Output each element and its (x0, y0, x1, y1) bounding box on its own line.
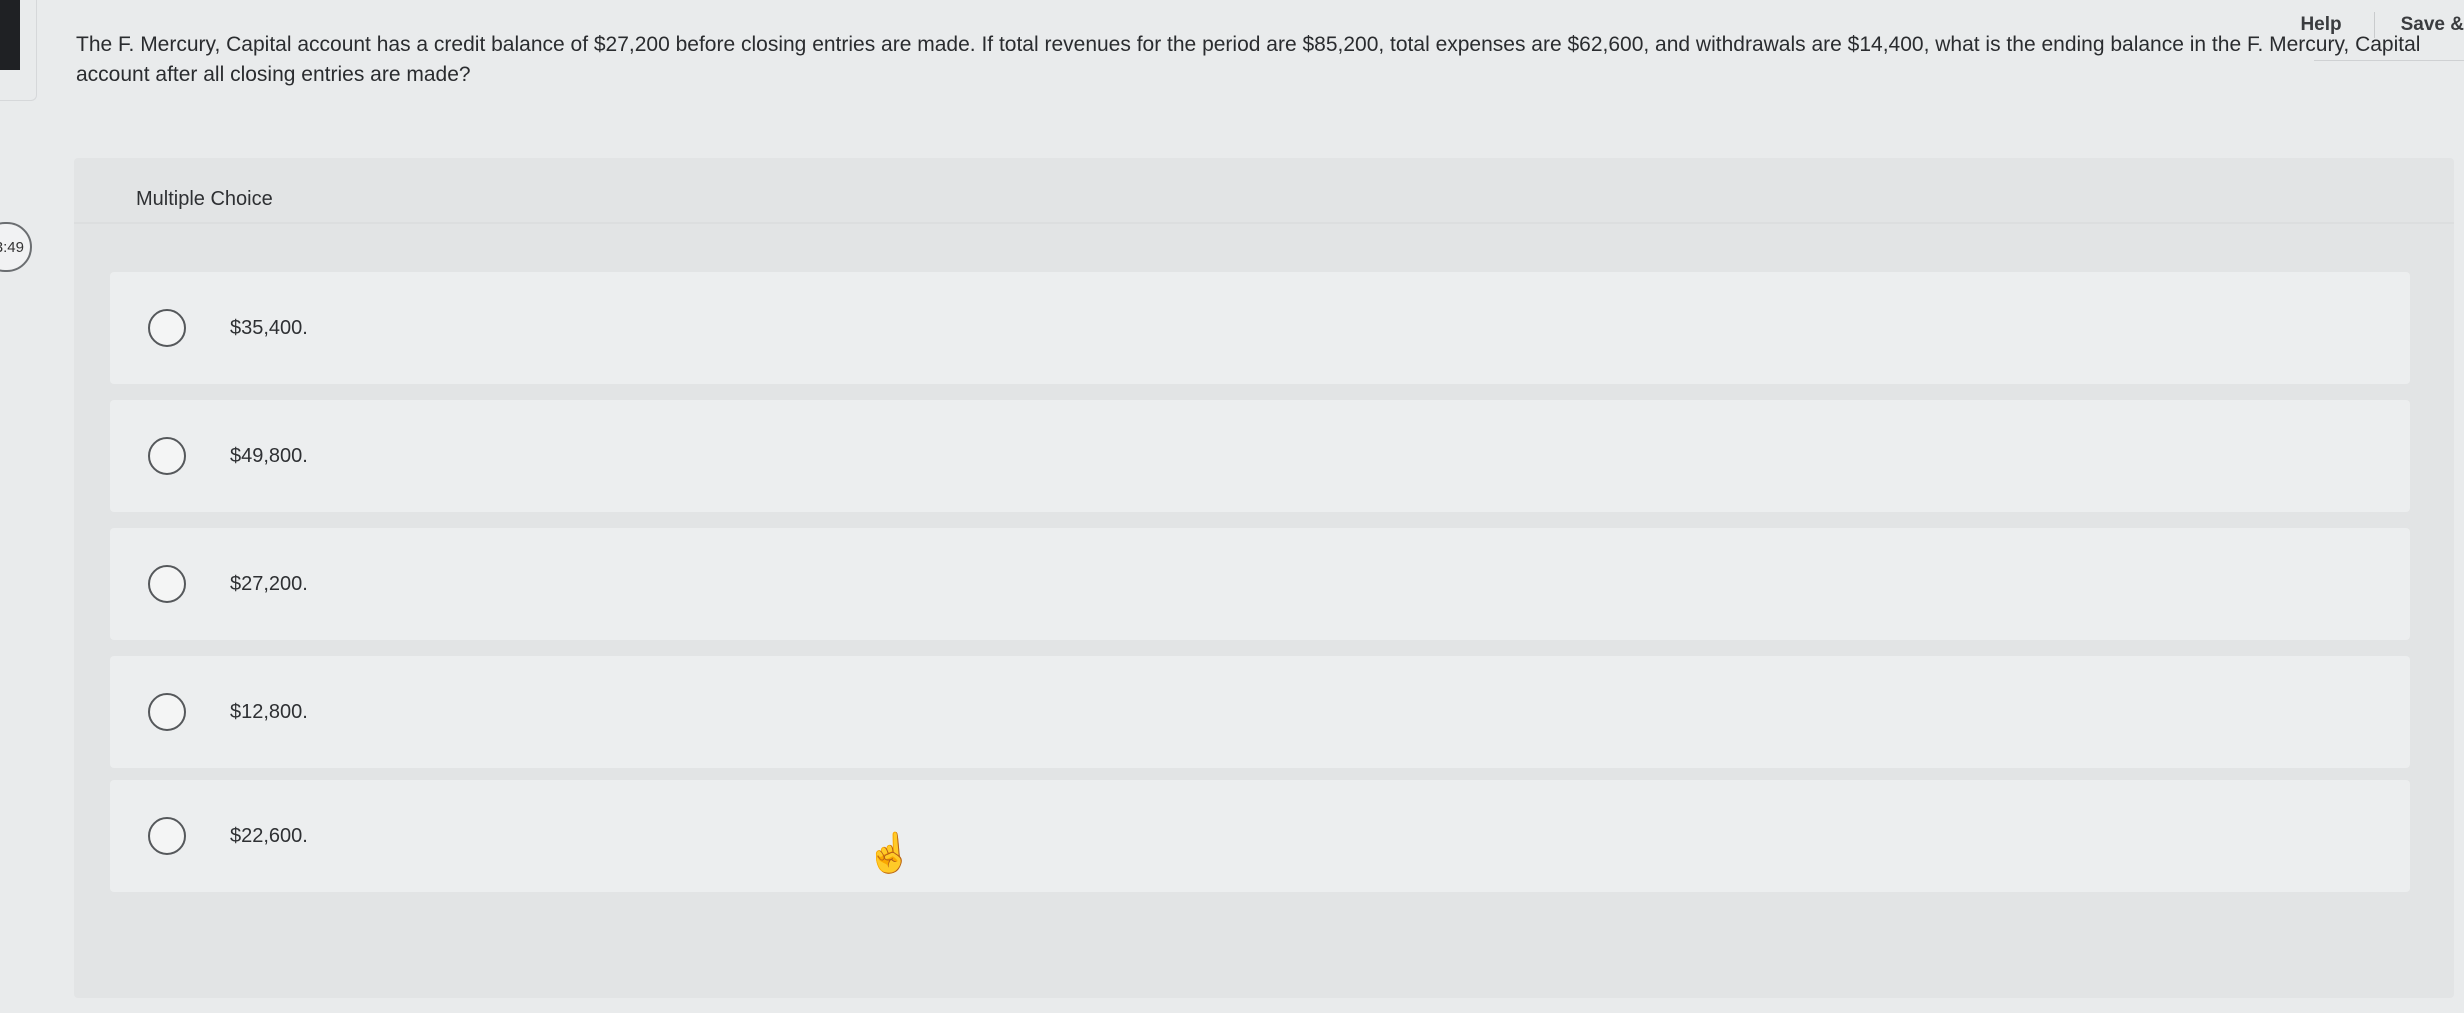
multiple-choice-label: Multiple Choice (136, 188, 273, 210)
card-header-divider (74, 222, 2454, 224)
choice-label: $27,200. (230, 572, 308, 595)
radio-button[interactable] (148, 565, 186, 603)
left-panel (0, 0, 37, 101)
radio-button[interactable] (148, 437, 186, 475)
radio-button[interactable] (148, 309, 186, 347)
timer-badge: 3:49 (0, 222, 32, 272)
choice-option-5[interactable]: $22,600. (110, 780, 2410, 892)
choice-option-2[interactable]: $49,800. (110, 400, 2410, 512)
choice-label: $22,600. (230, 824, 308, 847)
choice-option-1[interactable]: $35,400. (110, 272, 2410, 384)
choice-option-3[interactable]: $27,200. (110, 528, 2410, 640)
hand-cursor-icon: ☝ (864, 831, 915, 877)
radio-button[interactable] (148, 693, 186, 731)
question-text: The F. Mercury, Capital account has a cr… (76, 33, 2421, 86)
choice-label: $49,800. (230, 444, 308, 467)
choice-label: $35,400. (230, 316, 308, 339)
timer-text: 3:49 (0, 238, 24, 256)
choice-option-4[interactable]: $12,800. (110, 656, 2410, 768)
radio-button[interactable] (148, 817, 186, 855)
choice-label: $12,800. (230, 700, 308, 723)
